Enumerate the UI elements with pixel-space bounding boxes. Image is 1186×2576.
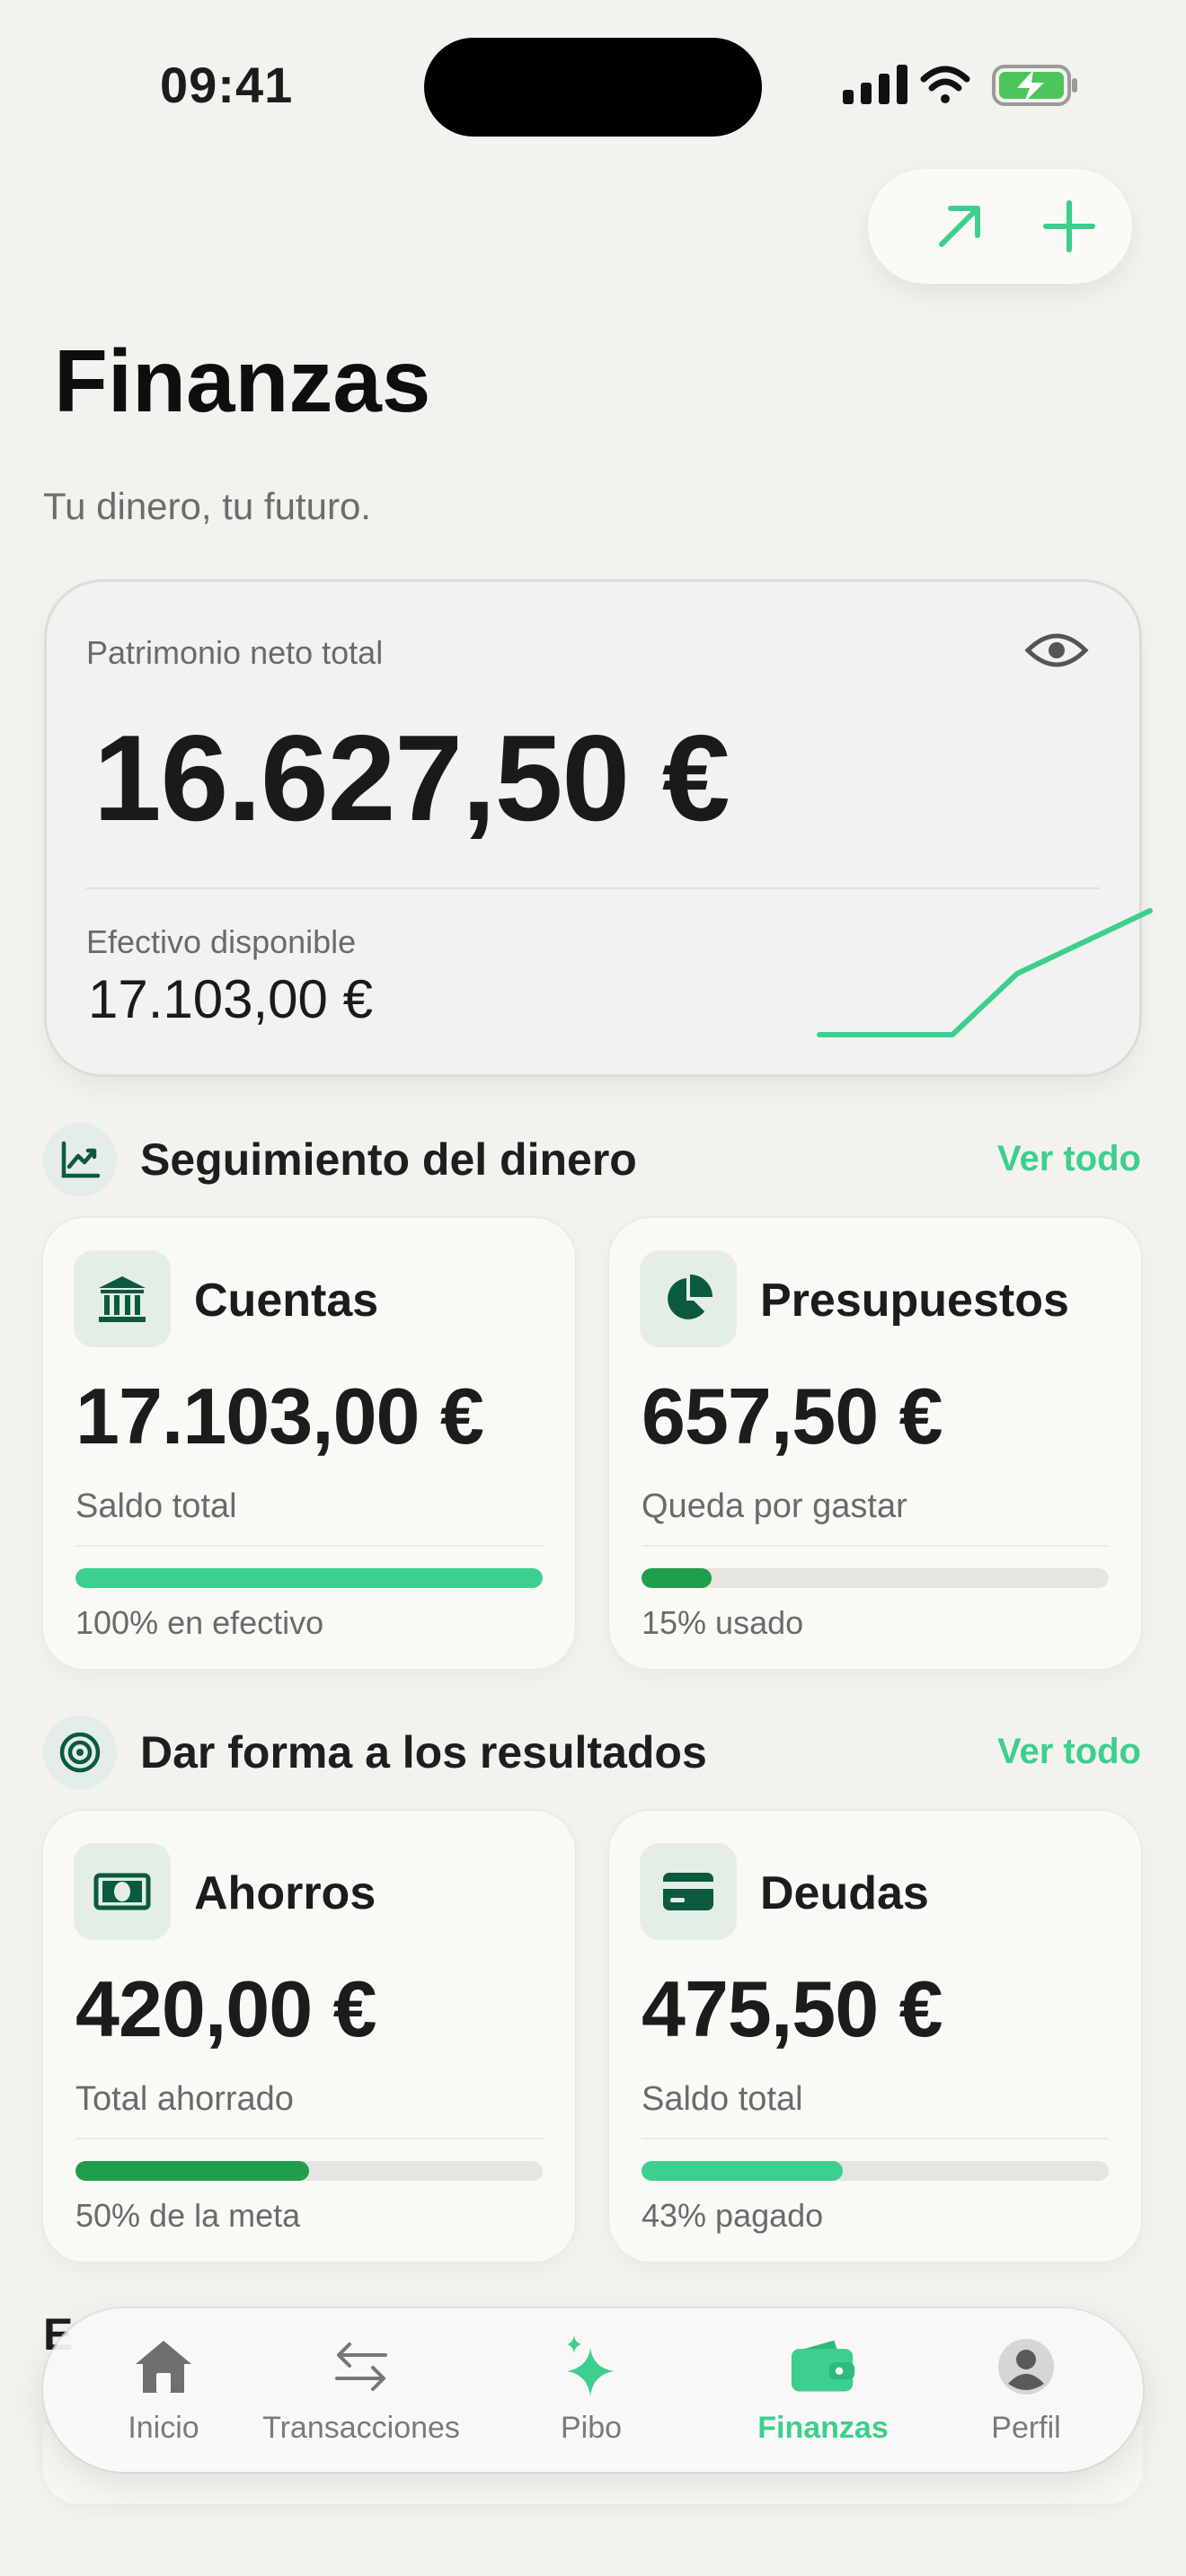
status-icons	[843, 65, 1077, 106]
nav-item-finanzas[interactable]: Finanzas	[724, 2333, 922, 2446]
page-subtitle: Tu dinero, tu futuro.	[43, 485, 371, 527]
cellular-signal-icon	[843, 65, 907, 104]
progress-fill	[642, 1568, 712, 1588]
nav-label: Pibo	[560, 2411, 623, 2445]
debts-card[interactable]: Deudas 475,50 € Saldo total 43% pagado	[609, 1811, 1141, 2262]
credit-card-icon	[663, 1873, 713, 1910]
plus-icon	[1043, 200, 1095, 252]
pie-chart-icon	[668, 1275, 712, 1319]
section-icon-tracking	[43, 1123, 117, 1196]
eye-icon[interactable]	[1024, 625, 1089, 675]
transfer-arrows-icon	[335, 2342, 387, 2391]
nav-label: Finanzas	[757, 2411, 889, 2445]
home-icon	[136, 2341, 191, 2393]
card-subtitle: Saldo total	[75, 1487, 237, 1525]
nav-item-perfil[interactable]: Perfil	[927, 2333, 1125, 2446]
add-button[interactable]	[1033, 190, 1105, 262]
nav-item-inicio[interactable]: Inicio	[65, 2333, 262, 2446]
card-subtitle: Saldo total	[642, 2080, 803, 2118]
nav-label: Transacciones	[262, 2411, 460, 2445]
wallet-icon	[791, 2340, 855, 2392]
section-title-results: Dar forma a los resultados	[140, 1727, 707, 1778]
card-title: Presupuestos	[760, 1275, 1069, 1327]
progress-fill	[75, 2161, 309, 2181]
card-title: Cuentas	[194, 1275, 379, 1327]
sparkle-icon	[567, 2335, 614, 2396]
card-icon-box	[640, 1250, 737, 1347]
card-icon-box	[74, 1843, 171, 1940]
nav-label: Inicio	[128, 2411, 199, 2445]
profile-avatar-icon	[998, 2339, 1054, 2395]
transfer-button[interactable]	[924, 190, 996, 262]
net-worth-value: 16.627,50 €	[93, 710, 730, 846]
arrow-up-right-icon	[939, 206, 980, 247]
divider	[75, 2138, 543, 2139]
card-value: 657,50 €	[642, 1372, 943, 1460]
card-caption: 43% pagado	[642, 2197, 824, 2234]
card-title: Deudas	[760, 1867, 929, 1919]
card-value: 420,00 €	[75, 1964, 377, 2053]
bank-icon	[99, 1276, 146, 1322]
see-all-tracking-link[interactable]: Ver todo	[997, 1139, 1141, 1179]
card-subtitle: Queda por gastar	[642, 1487, 907, 1525]
card-subtitle: Total ahorrado	[75, 2080, 294, 2118]
accounts-card[interactable]: Cuentas 17.103,00 € Saldo total 100% en …	[43, 1218, 575, 1669]
net-worth-card[interactable]: Patrimonio neto total 16.627,50 € Efecti…	[47, 582, 1153, 1074]
nav-item-transacciones[interactable]: Transacciones	[262, 2333, 460, 2446]
nav-item-pibo[interactable]: Pibo	[492, 2333, 690, 2446]
savings-card[interactable]: Ahorros 420,00 € Total ahorrado 50% de l…	[43, 1811, 575, 2262]
top-actions	[868, 169, 1132, 284]
progress-fill	[75, 1568, 543, 1588]
divider	[75, 1545, 543, 1547]
battery-charging-icon	[992, 65, 1077, 106]
net-worth-sparkline	[817, 908, 1153, 1037]
net-worth-label: Patrimonio neto total	[86, 634, 384, 671]
section-icon-results	[43, 1716, 117, 1789]
card-title: Ahorros	[194, 1867, 376, 1919]
card-icon-box	[74, 1250, 171, 1347]
cash-label: Efectivo disponible	[86, 923, 357, 960]
card-caption: 15% usado	[642, 1604, 804, 1641]
wifi-icon	[920, 66, 970, 103]
card-caption: 50% de la meta	[75, 2197, 301, 2234]
bottom-nav: Inicio Transacciones Pibo Finanzas Perfi…	[43, 2308, 1143, 2472]
page-title: Finanzas	[54, 331, 431, 430]
target-icon	[59, 1732, 101, 1773]
chart-line-icon	[61, 1141, 101, 1178]
progress-fill	[642, 2161, 843, 2181]
progress-bar	[75, 2161, 543, 2181]
card-value: 475,50 €	[642, 1964, 943, 2053]
nav-label: Perfil	[991, 2411, 1061, 2445]
divider	[642, 1545, 1109, 1547]
card-caption: 100% en efectivo	[75, 1604, 324, 1641]
progress-bar	[642, 1568, 1109, 1588]
cash-value: 17.103,00 €	[88, 969, 373, 1029]
section-title-tracking: Seguimiento del dinero	[140, 1134, 637, 1185]
banknote-icon	[93, 1873, 151, 1910]
budgets-card[interactable]: Presupuestos 657,50 € Queda por gastar 1…	[609, 1218, 1141, 1669]
see-all-results-link[interactable]: Ver todo	[997, 1732, 1141, 1772]
divider	[642, 2138, 1109, 2139]
card-value: 17.103,00 €	[75, 1372, 484, 1460]
progress-bar	[75, 1568, 543, 1588]
card-icon-box	[640, 1843, 737, 1940]
dynamic-island	[424, 38, 762, 137]
status-time: 09:41	[160, 57, 294, 113]
progress-bar	[642, 2161, 1109, 2181]
